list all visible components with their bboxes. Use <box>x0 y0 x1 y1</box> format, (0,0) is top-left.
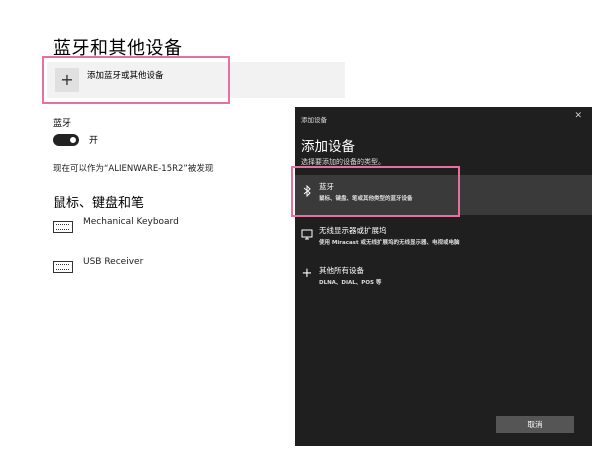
device-item-mechanical-keyboard[interactable]: Mechanical Keyboard <box>53 217 179 233</box>
keyboard-icon <box>53 261 73 273</box>
option-title: 其他所有设备 <box>319 266 364 275</box>
option-all-other-devices[interactable]: + 其他所有设备 DLNA、DIAL、POS 等 <box>295 259 592 299</box>
bluetooth-toggle[interactable] <box>53 134 79 146</box>
discoverable-text: 现在可以作为“ALIENWARE-15R2”被发现 <box>53 164 214 174</box>
monitor-icon <box>301 229 313 243</box>
device-name: Mechanical Keyboard <box>83 217 179 227</box>
device-item-usb-receiver[interactable]: USB Receiver <box>53 257 143 273</box>
plus-icon: + <box>301 266 313 281</box>
highlight-box-add-device <box>42 56 230 104</box>
dialog-caption: 添加设备 <box>301 116 327 124</box>
toggle-knob <box>70 137 76 143</box>
highlight-box-bluetooth-option <box>291 166 460 217</box>
bluetooth-header: 蓝牙 <box>53 119 72 129</box>
add-device-dialog: 添加设备 ✕ 添加设备 选择要添加的设备的类型。 蓝牙 鼠标、键盘、笔或其他类型… <box>295 107 592 446</box>
option-desc: 使用 Miracast 或无线扩展坞的无线显示器、电视或电脑 <box>319 240 460 246</box>
option-desc: DLNA、DIAL、POS 等 <box>319 280 382 286</box>
bluetooth-toggle-label: 开 <box>89 136 99 146</box>
option-wireless-display[interactable]: 无线显示器或扩展坞 使用 Miracast 或无线扩展坞的无线显示器、电视或电脑 <box>295 219 592 259</box>
device-name: USB Receiver <box>83 257 144 267</box>
section-title-mouse-keyboard: 鼠标、键盘和笔 <box>53 196 145 211</box>
keyboard-icon <box>53 221 73 233</box>
option-title: 无线显示器或扩展坞 <box>319 226 387 235</box>
cancel-button[interactable]: 取消 <box>496 416 574 433</box>
close-icon[interactable]: ✕ <box>574 111 582 121</box>
dialog-title: 添加设备 <box>301 139 355 155</box>
